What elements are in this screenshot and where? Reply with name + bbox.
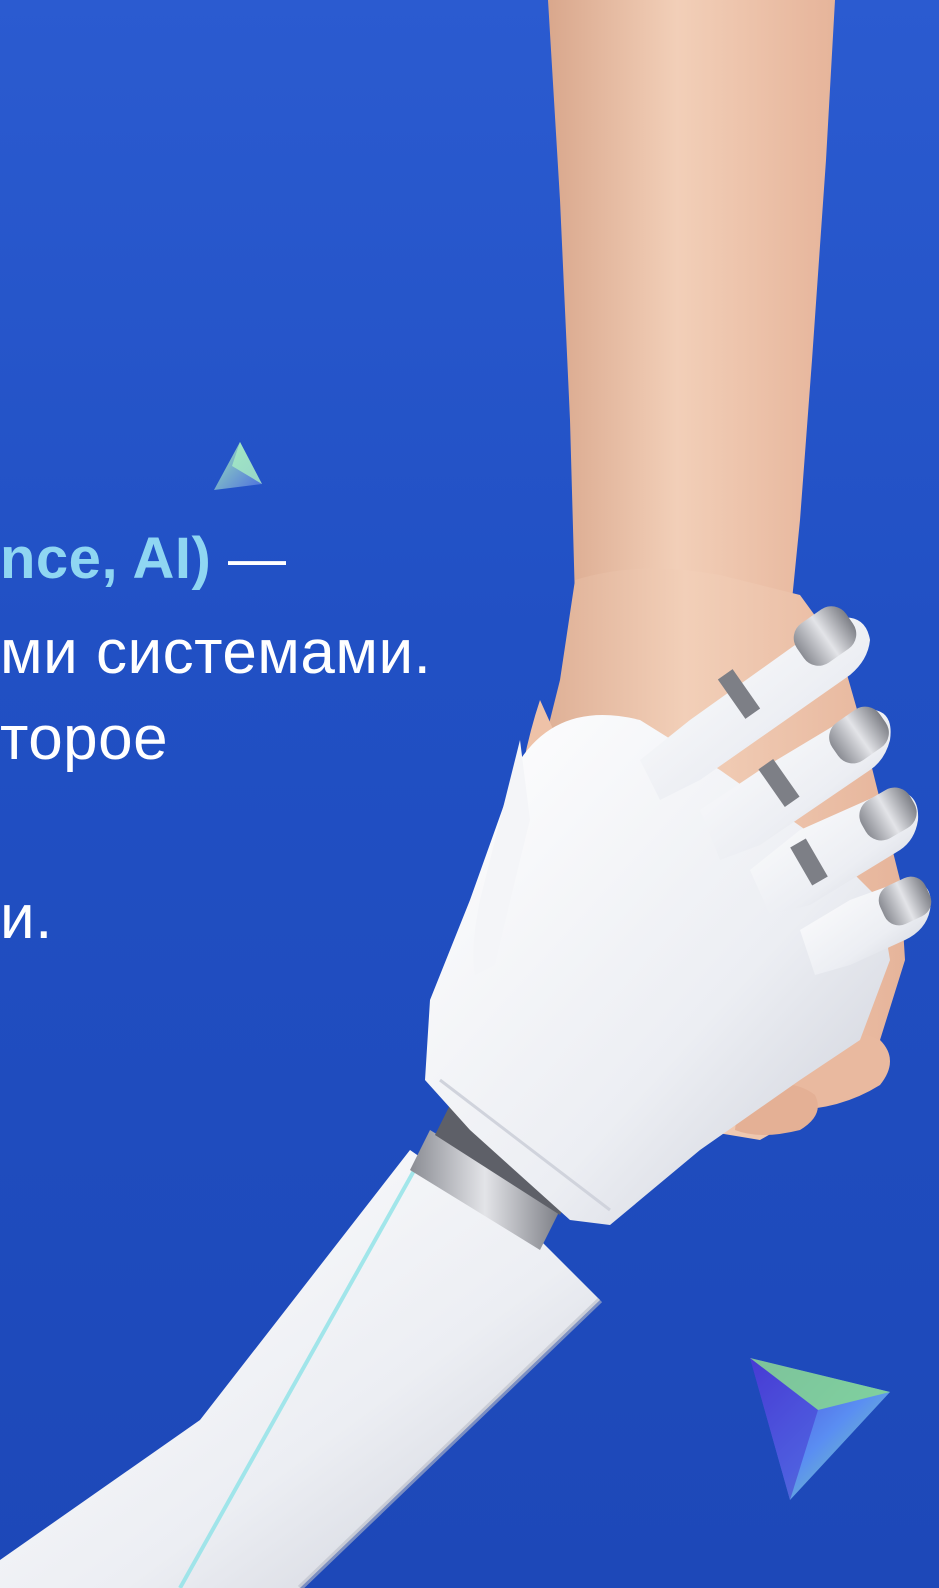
slide: nce, AI) — ми системами. торое и. — [0, 0, 939, 1588]
handshake-illustration — [0, 0, 932, 1588]
em-dash: — — [211, 526, 287, 591]
body-line-4: и. — [0, 883, 53, 952]
robot-arm — [0, 1095, 603, 1588]
large-triangle-icon — [750, 1358, 890, 1500]
body-line-2: ми системами. — [0, 618, 432, 687]
body-line-3: торое — [0, 704, 169, 773]
headline-line-1: nce, AI) — — [0, 530, 286, 588]
highlighted-term: nce, AI) — [0, 526, 212, 591]
small-triangle-icon — [214, 442, 262, 490]
